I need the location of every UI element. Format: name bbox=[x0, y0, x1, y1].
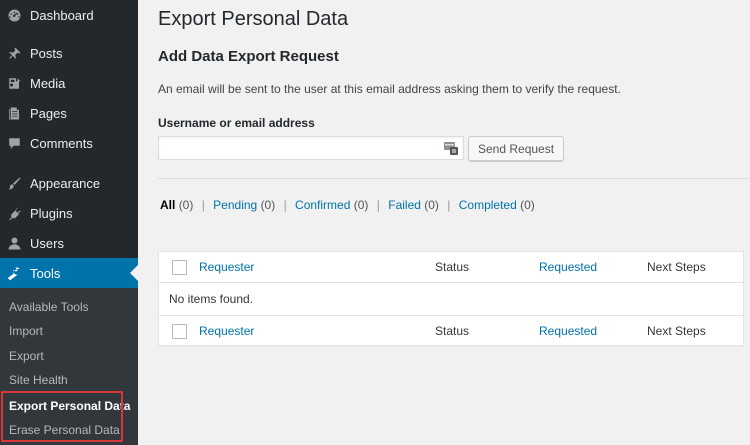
filter-failed[interactable]: Failed bbox=[388, 198, 421, 212]
filter-separator: | bbox=[376, 198, 380, 212]
filter-completed[interactable]: Completed bbox=[459, 198, 517, 212]
menu-label: Users bbox=[30, 235, 64, 251]
description-text: An email will be sent to the user at thi… bbox=[158, 82, 621, 96]
select-all-checkbox-footer[interactable] bbox=[172, 324, 187, 339]
status-filters: All (0) | Pending (0) | Confirmed (0) | … bbox=[160, 198, 535, 212]
column-next-steps: Next Steps bbox=[647, 260, 706, 274]
no-items-message: No items found. bbox=[169, 292, 254, 306]
column-status: Status bbox=[435, 260, 470, 274]
plug-icon bbox=[7, 206, 22, 221]
filter-all[interactable]: All bbox=[160, 198, 175, 212]
submenu-item-export-personal-data[interactable]: Export Personal Data bbox=[9, 399, 130, 413]
send-request-button[interactable]: Send Request bbox=[468, 136, 565, 161]
active-menu-arrow bbox=[130, 265, 138, 281]
column-next-steps-footer: Next Steps bbox=[647, 324, 706, 338]
menu-label: Media bbox=[30, 75, 66, 91]
select-all-checkbox[interactable] bbox=[172, 260, 187, 275]
username-email-label: Username or email address bbox=[158, 116, 315, 130]
filter-all-count: (0) bbox=[178, 198, 194, 212]
table-header-row: Requester Status Requested Next Steps bbox=[159, 252, 743, 283]
column-requester-footer[interactable]: Requester bbox=[199, 324, 254, 338]
dashboard-icon bbox=[7, 8, 22, 23]
table-empty-row: No items found. bbox=[159, 283, 743, 315]
submenu-item-available-tools[interactable]: Available Tools bbox=[9, 300, 89, 314]
media-icon bbox=[7, 76, 22, 91]
main-content: Export Personal Data Add Data Export Req… bbox=[158, 0, 750, 445]
section-divider bbox=[158, 178, 750, 179]
menu-label: Posts bbox=[30, 45, 63, 61]
menu-item-tools[interactable]: Tools bbox=[0, 258, 138, 288]
filter-completed-count: (0) bbox=[520, 198, 535, 212]
filter-confirmed-count: (0) bbox=[353, 198, 369, 212]
filter-separator: | bbox=[283, 198, 287, 212]
filter-separator: | bbox=[201, 198, 205, 212]
column-requested[interactable]: Requested bbox=[539, 260, 597, 274]
requests-table: Requester Status Requested Next Steps No… bbox=[158, 251, 744, 346]
menu-label: Pages bbox=[30, 105, 67, 121]
comment-icon bbox=[7, 136, 22, 151]
menu-item-posts[interactable]: Posts bbox=[0, 38, 138, 68]
paintbrush-icon bbox=[7, 176, 22, 191]
menu-label: Plugins bbox=[30, 205, 73, 221]
menu-label: Comments bbox=[30, 135, 93, 151]
filter-pending-count: (0) bbox=[260, 198, 276, 212]
tools-submenu: Available Tools Import Export Site Healt… bbox=[0, 288, 138, 445]
menu-label: Tools bbox=[30, 265, 61, 281]
pin-icon bbox=[7, 46, 22, 61]
user-icon bbox=[7, 236, 22, 251]
menu-label: Dashboard bbox=[30, 7, 94, 23]
menu-item-dashboard[interactable]: Dashboard bbox=[0, 0, 138, 30]
menu-item-users[interactable]: Users bbox=[0, 228, 138, 258]
submenu-item-erase-personal-data[interactable]: Erase Personal Data bbox=[9, 423, 120, 437]
admin-sidebar: Dashboard Posts Media Pages Comments App… bbox=[0, 0, 138, 445]
menu-label: Appearance bbox=[30, 175, 101, 191]
menu-item-pages[interactable]: Pages bbox=[0, 98, 138, 128]
submenu-item-import[interactable]: Import bbox=[9, 324, 43, 338]
pages-icon bbox=[7, 106, 22, 121]
section-title: Add Data Export Request bbox=[158, 48, 339, 65]
menu-item-comments[interactable]: Comments bbox=[0, 128, 138, 158]
submenu-item-export[interactable]: Export bbox=[9, 349, 44, 363]
username-email-input[interactable] bbox=[159, 137, 463, 159]
column-requested-footer[interactable]: Requested bbox=[539, 324, 597, 338]
filter-pending[interactable]: Pending bbox=[213, 198, 257, 212]
column-requester[interactable]: Requester bbox=[199, 260, 254, 274]
submenu-item-site-health[interactable]: Site Health bbox=[9, 373, 68, 387]
wrench-icon bbox=[7, 266, 22, 281]
page-title: Export Personal Data bbox=[158, 8, 349, 30]
username-email-field-wrapper bbox=[158, 136, 464, 160]
menu-item-plugins[interactable]: Plugins bbox=[0, 198, 138, 228]
filter-confirmed[interactable]: Confirmed bbox=[295, 198, 350, 212]
filter-separator: | bbox=[447, 198, 451, 212]
table-footer-row: Requester Status Requested Next Steps bbox=[159, 315, 743, 346]
filter-failed-count: (0) bbox=[424, 198, 439, 212]
menu-item-media[interactable]: Media bbox=[0, 68, 138, 98]
column-status-footer: Status bbox=[435, 324, 470, 338]
autofill-icon[interactable] bbox=[444, 141, 458, 155]
menu-item-appearance[interactable]: Appearance bbox=[0, 168, 138, 198]
